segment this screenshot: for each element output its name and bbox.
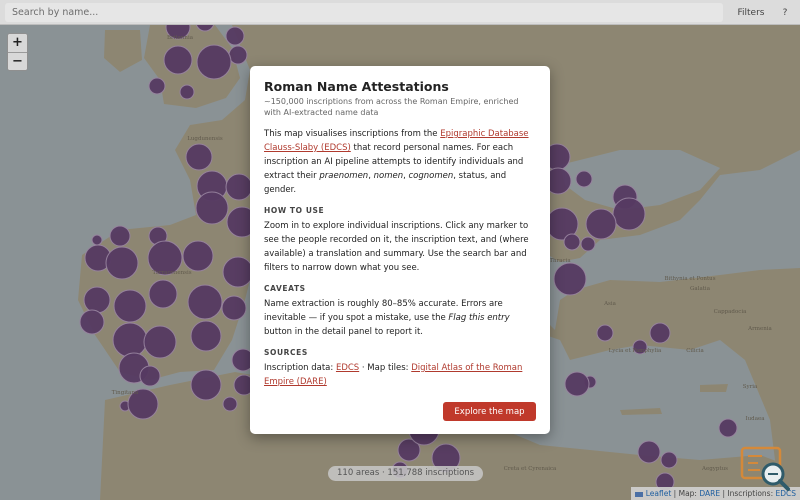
place-label: Lycia et Pamphylia [609, 348, 662, 354]
area-marker[interactable] [163, 45, 193, 75]
area-marker[interactable] [718, 418, 738, 438]
area-marker[interactable] [612, 197, 646, 231]
area-marker[interactable] [228, 45, 248, 65]
place-label: Tingitana [112, 390, 139, 396]
sources-text: Inscription data: EDCS · Map tiles: Digi… [264, 361, 536, 389]
area-marker[interactable] [109, 225, 131, 247]
area-marker[interactable] [637, 440, 661, 464]
help-button[interactable]: ? [775, 3, 795, 22]
flag-entry-term: Flag this entry [448, 313, 510, 323]
area-marker[interactable] [585, 208, 617, 240]
place-label: Bithynia et Pontus [664, 276, 715, 282]
area-marker[interactable] [83, 286, 111, 314]
area-marker[interactable] [660, 451, 678, 469]
intro-paragraph: This map visualises inscriptions from th… [264, 127, 536, 197]
area-marker[interactable] [91, 234, 103, 246]
area-marker[interactable] [105, 246, 139, 280]
place-label: Aegyptus [701, 466, 728, 472]
zoom-control: + − [7, 33, 28, 71]
place-label: Syria [743, 384, 758, 390]
place-label: Creta et Cyrenaica [504, 466, 557, 472]
intro-dialog: Roman Name Attestations ~150,000 inscrip… [250, 66, 550, 434]
dialog-subtitle: ~150,000 inscriptions from across the Ro… [264, 97, 519, 117]
area-marker[interactable] [182, 240, 214, 272]
area-marker[interactable] [225, 26, 245, 46]
zoom-out-button[interactable]: − [8, 52, 27, 70]
filters-button[interactable]: Filters [731, 3, 771, 22]
place-label: Britannia [167, 35, 194, 41]
area-marker[interactable] [179, 84, 195, 100]
caveats-text-part: button in the detail panel to report it. [264, 327, 424, 337]
term-praenomen: praenomen [319, 171, 369, 181]
area-marker[interactable] [649, 322, 671, 344]
area-marker[interactable] [190, 369, 222, 401]
place-label: Iudaea [745, 416, 765, 422]
term-cognomen: cognomen [408, 171, 454, 181]
area-marker[interactable] [148, 279, 178, 309]
area-marker[interactable] [196, 44, 232, 80]
caveats-text: Name extraction is roughly 80–85% accura… [264, 297, 536, 339]
area-marker[interactable] [221, 295, 247, 321]
area-marker[interactable] [195, 191, 229, 225]
place-label: Lugdunensis [187, 136, 223, 142]
area-marker[interactable] [79, 309, 105, 335]
dialog-title: Roman Name Attestations [264, 79, 449, 94]
place-label: Armenia [747, 326, 772, 332]
dare-attribution-link[interactable]: DARE [699, 489, 720, 498]
area-marker[interactable] [190, 320, 222, 352]
how-to-use-heading: HOW TO USE [264, 206, 325, 215]
zoom-in-button[interactable]: + [8, 34, 27, 52]
place-label: Galatia [690, 286, 711, 292]
area-marker[interactable] [148, 77, 166, 95]
attribution-separator: | Map: [671, 489, 700, 498]
area-marker[interactable] [575, 170, 593, 188]
how-to-use-text: Zoom in to explore individual inscriptio… [264, 221, 529, 273]
sources-heading: SOURCES [264, 348, 308, 357]
area-marker[interactable] [564, 371, 590, 397]
area-marker[interactable] [596, 324, 614, 342]
place-label: Cilicia [686, 348, 704, 354]
land-cyprus [700, 384, 728, 392]
area-marker[interactable] [187, 284, 223, 320]
caveats-heading: CAVEATS [264, 284, 306, 293]
area-marker[interactable] [113, 289, 147, 323]
place-label: Tarraconensis [152, 270, 191, 276]
inscription-count: 110 areas · 151,788 inscriptions [328, 466, 484, 481]
area-marker[interactable] [139, 365, 161, 387]
area-marker[interactable] [225, 173, 253, 201]
search-input[interactable] [5, 3, 723, 22]
intro-text: This map visualises inscriptions from th… [264, 129, 441, 139]
area-marker[interactable] [222, 256, 254, 288]
search-bar: Filters ? [0, 0, 800, 25]
flag-icon [634, 491, 643, 497]
edcs-source-link[interactable]: EDCS [336, 363, 359, 373]
term-nomen: nomen [373, 171, 404, 181]
area-marker[interactable] [143, 325, 177, 359]
place-label: Cappadocia [714, 309, 747, 315]
sources-text-part: Inscription data: [264, 363, 336, 373]
area-marker[interactable] [553, 262, 587, 296]
explore-map-button[interactable]: Explore the map [443, 402, 536, 421]
sources-text-part: · Map tiles: [359, 363, 412, 373]
area-marker[interactable] [563, 233, 581, 251]
area-marker[interactable] [580, 236, 596, 252]
area-marker[interactable] [112, 322, 148, 358]
place-label: Thracia [549, 258, 571, 264]
app-logo-icon [740, 446, 790, 491]
place-label: Asia [603, 301, 617, 307]
area-marker[interactable] [185, 143, 213, 171]
area-marker[interactable] [222, 396, 238, 412]
leaflet-link[interactable]: Leaflet [646, 489, 672, 498]
